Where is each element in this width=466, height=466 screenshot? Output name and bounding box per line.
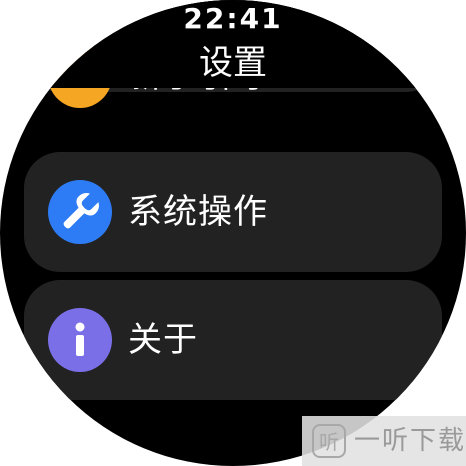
menu-item-system-operation[interactable]: 系统操作 (24, 152, 442, 272)
watermark-text: 一听下载 (354, 426, 466, 456)
watch-screen: 新手引导 系统操作 关于 (0, 0, 466, 466)
header: 22:41 设置 (0, 0, 466, 88)
wrench-icon (48, 180, 112, 244)
page-title: 设置 (199, 43, 267, 83)
clock-time: 22:41 (183, 2, 283, 35)
watermark: 听 一听下载 (302, 416, 466, 466)
menu-item-label: 系统操作 (128, 192, 268, 232)
info-icon (48, 308, 112, 372)
menu-item-label: 关于 (128, 320, 198, 360)
watermark-logo-icon: 听 (312, 424, 346, 458)
menu-item-about[interactable]: 关于 (24, 280, 442, 400)
svg-text:听: 听 (319, 430, 339, 454)
